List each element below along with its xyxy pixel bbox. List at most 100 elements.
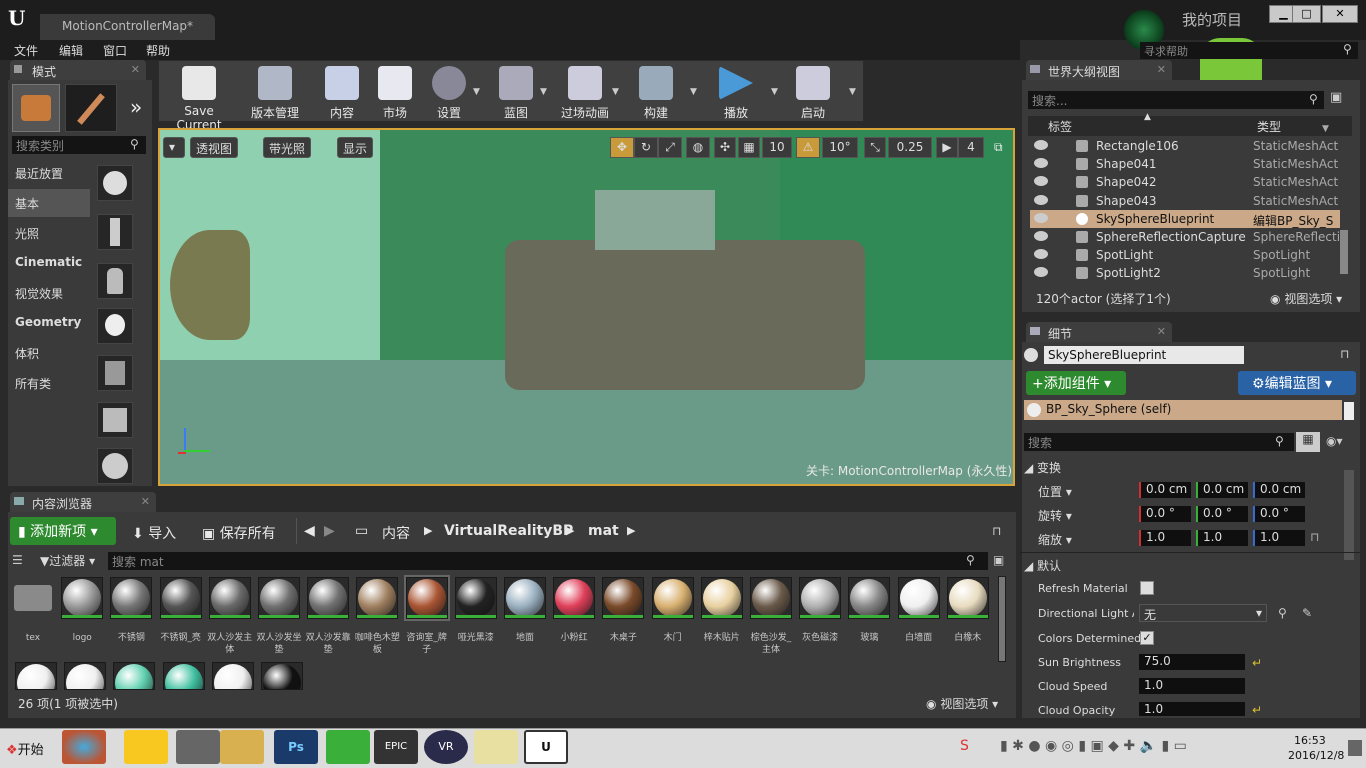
actor-light-icon[interactable] xyxy=(97,308,133,344)
forward-button[interactable]: ▶ xyxy=(324,518,335,544)
more-modes-chevron-icon[interactable]: » xyxy=(130,95,142,119)
asset-thumbnail[interactable] xyxy=(61,577,104,619)
breadcrumb-chevron-icon[interactable]: ▶ xyxy=(566,518,574,544)
asset-thumbnail[interactable] xyxy=(211,662,254,690)
asset-thumbnail[interactable] xyxy=(356,577,399,619)
asset-thumbnail[interactable] xyxy=(602,577,645,619)
rotation-label[interactable]: 旋转 ▾ xyxy=(1038,507,1072,524)
visibility-eye-icon[interactable] xyxy=(1034,231,1048,241)
launch-button[interactable]: 启动 xyxy=(788,64,838,120)
add-new-button[interactable]: ▮ 添加新项 ▾ xyxy=(10,517,116,545)
camera-speed-value[interactable]: 4 xyxy=(958,137,984,158)
translate-icon[interactable]: ✥ xyxy=(610,137,634,158)
add-component-button[interactable]: +添加组件 ▾ xyxy=(1026,371,1126,395)
rotation-x-input[interactable]: 0.0 ° xyxy=(1139,506,1191,522)
outliner-row[interactable]: SpotLight SpotLight xyxy=(1030,246,1340,264)
asset-thumbnail[interactable] xyxy=(897,577,940,619)
breadcrumb-chevron-icon[interactable]: ▶ xyxy=(424,518,432,544)
maximize-button[interactable]: □ xyxy=(1292,5,1321,23)
location-x-input[interactable]: 0.0 cm xyxy=(1139,482,1191,498)
asset-thumbnail[interactable] xyxy=(261,662,303,690)
cloud-opacity-input[interactable]: 1.0 xyxy=(1139,702,1245,716)
content-button[interactable]: 内容 xyxy=(318,64,366,120)
import-button[interactable]: ⬇ 导入 xyxy=(132,518,176,544)
scale-x-input[interactable]: 1.0 xyxy=(1139,530,1191,546)
scale-snap-icon[interactable]: ⤡ xyxy=(864,137,886,158)
outliner-row[interactable]: Shape043 StaticMeshActo xyxy=(1030,192,1340,210)
taskbar-app-explorer-icon[interactable] xyxy=(220,730,264,764)
grid-snap-icon[interactable]: ▦ xyxy=(738,137,760,158)
scale-icon[interactable]: ⤢ xyxy=(658,137,682,158)
outliner-row[interactable]: SphereReflectionCapture SphereReflectio xyxy=(1030,228,1340,246)
transform-section-header[interactable]: ◢ 变换 xyxy=(1024,459,1061,476)
asset-thumbnail[interactable] xyxy=(110,577,153,619)
default-section-header[interactable]: ◢ 默认 xyxy=(1024,557,1061,574)
asset-thumbnail[interactable] xyxy=(504,577,546,619)
save-current-button[interactable]: Save Current xyxy=(163,64,235,132)
asset-thumbnail[interactable] xyxy=(162,662,205,690)
rotation-z-input[interactable]: 0.0 ° xyxy=(1253,506,1305,522)
actor-pawn-icon[interactable] xyxy=(97,263,133,299)
actor-name-input[interactable]: SkySphereBlueprint xyxy=(1044,346,1244,364)
close-button[interactable]: ✕ xyxy=(1322,5,1358,23)
chevron-down-icon[interactable]: ▼ xyxy=(690,87,697,97)
tab-details[interactable]: 细节 ✕ xyxy=(1026,322,1172,342)
taskbar-app-music-icon[interactable] xyxy=(124,730,168,764)
world-local-icon[interactable]: ◍ xyxy=(686,137,710,158)
chevron-down-icon[interactable]: ▼ xyxy=(1322,124,1329,134)
visibility-eye-icon[interactable] xyxy=(1034,194,1048,205)
rotation-snap-icon[interactable]: ⚠ xyxy=(796,137,820,158)
perspective-button[interactable]: 透视图 xyxy=(190,137,239,158)
cinematics-button[interactable]: 过场动画 xyxy=(555,64,615,120)
asset-search-input[interactable]: 搜索 mat xyxy=(108,552,988,570)
asset-thumbnail[interactable] xyxy=(15,662,57,690)
visibility-eye-icon[interactable] xyxy=(1034,158,1048,169)
menu-help[interactable]: 帮助 xyxy=(146,42,170,59)
menu-window[interactable]: 窗口 xyxy=(103,42,127,59)
visibility-eye-icon[interactable] xyxy=(1034,267,1048,278)
actor-player-start-icon[interactable] xyxy=(97,355,133,391)
category-cinematic[interactable]: Cinematic xyxy=(8,249,90,277)
new-folder-icon[interactable]: ▣ xyxy=(1330,90,1342,105)
lock-icon[interactable]: ⊓ xyxy=(1340,347,1349,361)
asset-thumbnail[interactable] xyxy=(258,577,300,619)
maximize-viewport-icon[interactable]: ⧉ xyxy=(994,140,1003,155)
location-z-input[interactable]: 0.0 cm xyxy=(1253,482,1305,498)
breadcrumb-mat[interactable]: mat xyxy=(588,518,619,544)
actor-type[interactable]: 编辑BP_Sky_S xyxy=(1253,212,1339,229)
close-icon[interactable]: ✕ xyxy=(141,495,150,508)
marketplace-button[interactable]: 市场 xyxy=(372,64,418,120)
category-volumes[interactable]: 体积 xyxy=(8,339,90,367)
asset-thumbnail[interactable] xyxy=(208,577,251,619)
location-label[interactable]: 位置 ▾ xyxy=(1038,483,1072,500)
taskbar-app-notes-icon[interactable] xyxy=(474,730,518,764)
actor-empty-icon[interactable] xyxy=(97,165,133,201)
asset-thumbnail[interactable] xyxy=(113,662,156,690)
tray-input-icon[interactable]: S xyxy=(960,738,969,754)
chevron-down-icon[interactable]: ▼ xyxy=(849,87,856,97)
breadcrumb-chevron-icon[interactable]: ▶ xyxy=(627,518,635,544)
paint-mode-button[interactable] xyxy=(65,84,117,132)
taskbar-app-capture-icon[interactable] xyxy=(176,730,220,764)
cb-view-options-button[interactable]: ◉ 视图选项 ▾ xyxy=(926,695,998,712)
close-icon[interactable]: ✕ xyxy=(1157,63,1166,76)
chevron-down-icon[interactable]: ▼ xyxy=(473,87,480,97)
show-desktop-button[interactable] xyxy=(1348,740,1362,756)
lock-scale-icon[interactable]: ⊓ xyxy=(1310,530,1319,544)
reset-arrow-icon[interactable]: ↵ xyxy=(1252,703,1262,717)
close-icon[interactable]: ✕ xyxy=(1157,325,1166,338)
lock-icon[interactable]: ⊓ xyxy=(992,524,1001,538)
chevron-down-icon[interactable]: ▼ xyxy=(540,87,547,97)
category-search-input[interactable]: 搜索类别 xyxy=(12,136,146,154)
outliner-scrollbar[interactable] xyxy=(1340,230,1348,274)
play-button[interactable]: 播放 xyxy=(710,64,762,120)
rotation-snap-value[interactable]: 10° xyxy=(822,137,858,158)
taskbar-app-epic-icon[interactable]: EPIC xyxy=(374,730,418,764)
cloud-speed-input[interactable]: 1.0 xyxy=(1139,678,1245,694)
outliner-row[interactable]: Shape042 StaticMeshActo xyxy=(1030,173,1340,191)
settings-button[interactable]: 设置 xyxy=(425,64,473,120)
asset-thumbnail[interactable] xyxy=(799,577,842,619)
actor-sphere-icon[interactable] xyxy=(97,448,133,484)
asset-thumbnail[interactable] xyxy=(848,577,891,619)
save-all-button[interactable]: ▣ 保存所有 xyxy=(202,518,276,544)
